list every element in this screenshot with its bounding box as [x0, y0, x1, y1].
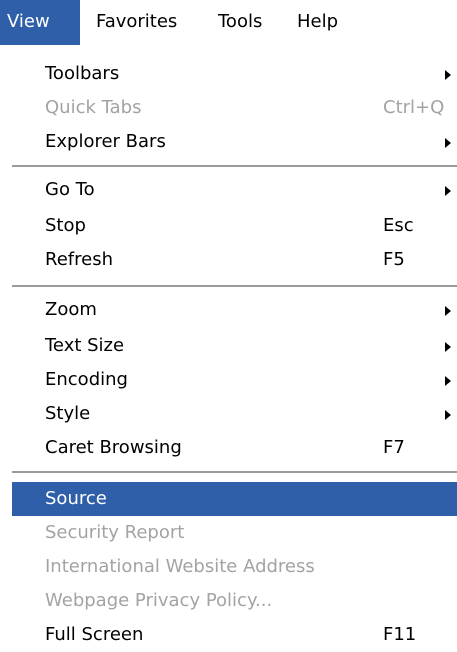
submenu-arrow-icon	[445, 186, 451, 196]
menu-item-stop[interactable]: Stop Esc	[12, 209, 457, 243]
view-menu-dropdown: Toolbars Quick Tabs Ctrl+Q Explorer Bars…	[12, 45, 457, 652]
menu-item-label: Source	[45, 488, 107, 509]
menu-item-security-report: Security Report	[12, 516, 457, 550]
menu-favorites-label: Favorites	[96, 11, 178, 32]
menu-item-shortcut: Esc	[383, 215, 414, 236]
submenu-arrow-icon	[445, 342, 451, 352]
menu-item-label: International Website Address	[45, 556, 315, 577]
menu-item-zoom[interactable]: Zoom	[12, 293, 457, 327]
menu-item-explorer-bars[interactable]: Explorer Bars	[12, 125, 457, 159]
submenu-arrow-icon	[445, 70, 451, 80]
submenu-arrow-icon	[445, 306, 451, 316]
menu-item-label: Full Screen	[45, 624, 144, 645]
menu-item-go-to[interactable]: Go To	[12, 173, 457, 207]
menu-item-label: Security Report	[45, 522, 185, 543]
menu-item-shortcut: Ctrl+Q	[383, 97, 445, 118]
submenu-arrow-icon	[445, 376, 451, 386]
menu-item-label: Explorer Bars	[45, 131, 166, 152]
submenu-arrow-icon	[445, 410, 451, 420]
menu-item-label: Style	[45, 403, 91, 424]
menu-item-text-size[interactable]: Text Size	[12, 329, 457, 363]
menu-separator	[12, 285, 457, 287]
menu-item-label: Caret Browsing	[45, 437, 182, 458]
menu-tools-label: Tools	[218, 11, 263, 32]
menu-item-style[interactable]: Style	[12, 397, 457, 431]
menu-item-label: Encoding	[45, 369, 128, 390]
menu-item-label: Stop	[45, 215, 86, 236]
menu-favorites[interactable]: Favorites	[96, 0, 196, 45]
menu-item-encoding[interactable]: Encoding	[12, 363, 457, 397]
menu-item-source[interactable]: Source	[12, 482, 457, 516]
menu-item-toolbars[interactable]: Toolbars	[12, 57, 457, 91]
menu-separator	[12, 165, 457, 167]
menu-item-shortcut: F11	[383, 624, 417, 645]
menu-item-label: Quick Tabs	[45, 97, 142, 118]
menu-item-label: Go To	[45, 179, 95, 200]
menu-item-label: Webpage Privacy Policy...	[45, 590, 273, 611]
menu-item-international-address: International Website Address	[12, 550, 457, 584]
menu-help[interactable]: Help	[297, 0, 351, 45]
menu-item-privacy-policy: Webpage Privacy Policy...	[12, 584, 457, 618]
menu-item-shortcut: F7	[383, 437, 405, 458]
menu-separator	[12, 471, 457, 473]
menu-item-caret-browsing[interactable]: Caret Browsing F7	[12, 431, 457, 465]
menu-item-label: Toolbars	[45, 63, 120, 84]
submenu-arrow-icon	[445, 138, 451, 148]
menu-item-shortcut: F5	[383, 249, 405, 270]
menu-item-refresh[interactable]: Refresh F5	[12, 243, 457, 277]
menu-view-label: View	[7, 11, 50, 32]
menu-item-quick-tabs: Quick Tabs Ctrl+Q	[12, 91, 457, 125]
menu-item-label: Text Size	[45, 335, 125, 356]
menu-tools[interactable]: Tools	[218, 0, 278, 45]
menu-item-label: Zoom	[45, 299, 97, 320]
menu-item-full-screen[interactable]: Full Screen F11	[12, 618, 457, 652]
menu-item-label: Refresh	[45, 249, 113, 270]
menu-view[interactable]: View	[0, 0, 80, 45]
menu-bar: View Favorites Tools Help	[0, 0, 457, 45]
menu-help-label: Help	[297, 11, 339, 32]
